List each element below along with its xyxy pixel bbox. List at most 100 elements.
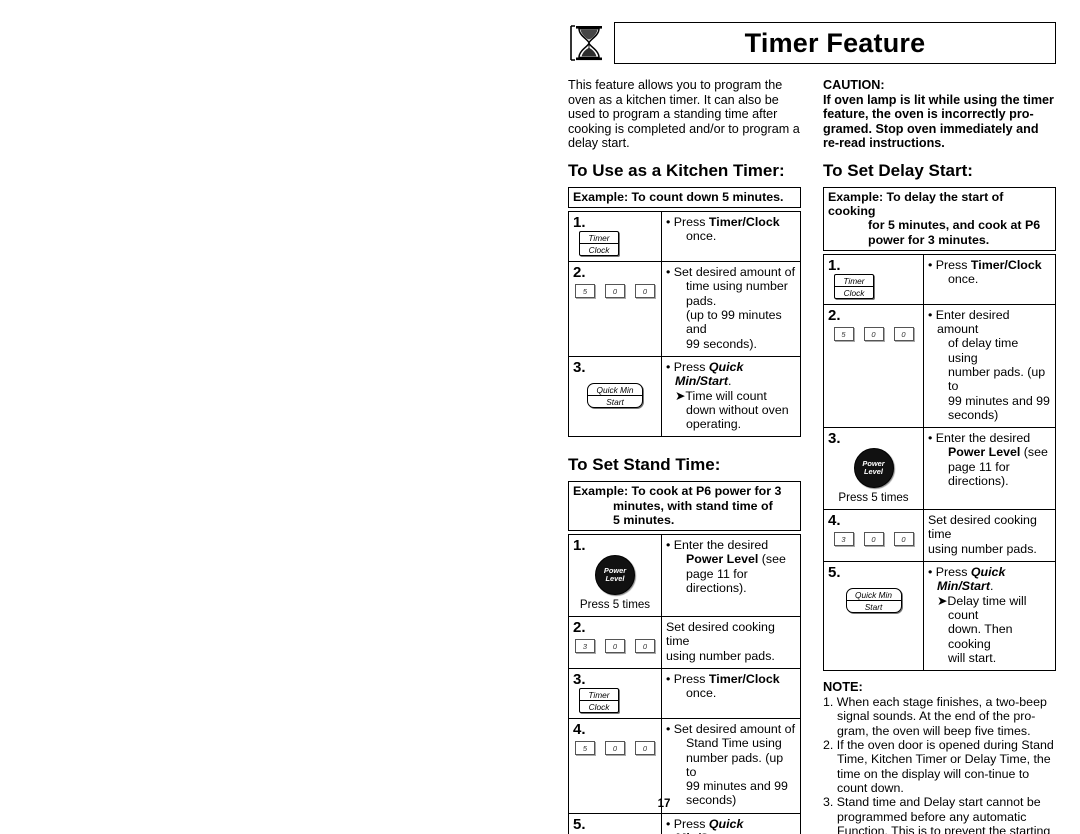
step-instruction-cell: • Enter the desired Power Level (see pag…	[923, 427, 1056, 511]
manual-page: Timer Feature This feature allows you to…	[0, 0, 1080, 834]
power-level-button[interactable]: Power Level	[853, 448, 894, 489]
number-pads: 5 0 0	[573, 738, 657, 757]
number-pad-key[interactable]: 0	[635, 740, 655, 755]
instruction-line: number pads. (up to	[686, 750, 784, 779]
table-row: 2. 5 0 0 • Enter desired amount of delay…	[823, 303, 1056, 429]
step-instruction-cell: • Press Timer/Clock once.	[661, 211, 801, 263]
number-pad-key[interactable]: 5	[575, 740, 595, 755]
quick-min-start-line2: Start	[864, 602, 883, 613]
step-number: 5.	[573, 815, 586, 833]
step-instruction-cell: • Press Quick Min/Start. ➤Time will coun…	[661, 355, 801, 438]
instruction-line: • Press Timer/Clock	[666, 671, 780, 686]
step-number: 1.	[573, 214, 586, 232]
number-pad-key[interactable]: 0	[635, 284, 655, 299]
instruction-line: number pads. (up to	[948, 364, 1046, 394]
instruction-line: • Press Timer/Clock	[928, 257, 1042, 272]
instruction-line: once.	[686, 229, 717, 244]
example-line: power for 3 minutes.	[868, 232, 990, 247]
hourglass-icon	[568, 22, 610, 64]
table-row: 2. 5 0 0 • Set desired amount of time us…	[568, 261, 801, 357]
table-row: 1. Timer Clock • Press Timer/Clock once.	[568, 211, 801, 263]
table-row: 1. Power Level Press 5 times • Enter the…	[568, 534, 801, 618]
intro-paragraph: This feature allows you to program the o…	[568, 78, 800, 151]
step-key-cell: 3. Power Level Press 5 times	[823, 427, 924, 511]
table-row: 1. Timer Clock • Press Timer/Clock once.	[823, 253, 1056, 305]
table-row: 3. Power Level Press 5 times • Enter the…	[823, 427, 1056, 511]
step-number: 5.	[828, 564, 841, 582]
table-row: 5. Quick Min Start • Press Quick Min/Sta…	[568, 812, 801, 834]
caution-text: If oven lamp is lit while using the time…	[823, 92, 1054, 151]
caution-label: CAUTION:	[823, 78, 885, 92]
timer-clock-button[interactable]: Timer Clock	[579, 687, 619, 713]
step-key-cell: 3. Quick Min Start	[568, 355, 662, 438]
key-holder: Timer Clock	[573, 231, 657, 257]
instruction-line: of delay time using	[948, 336, 1019, 365]
timer-clock-button[interactable]: Timer Clock	[834, 273, 874, 299]
instruction-line: using number pads.	[928, 541, 1037, 556]
number-pad-key[interactable]: 5	[833, 326, 854, 341]
step-number: 2.	[573, 619, 586, 637]
instruction-line: • Set desired amount of	[666, 265, 796, 280]
step-instruction-cell: • Press Quick Min/Start. ➤Delay time wil…	[923, 561, 1056, 672]
number-pad-key[interactable]: 0	[605, 284, 625, 299]
instruction-line: down without oven	[686, 402, 789, 417]
table-row: 5. Quick Min Start • Press Quick Min/Sta…	[823, 561, 1056, 672]
step-number: 4.	[573, 720, 586, 738]
quick-min-start-button[interactable]: Quick Min Start	[587, 382, 643, 408]
steps-table-kitchen-timer: 1. Timer Clock • Press Timer/Clock once.	[568, 211, 801, 438]
number-pad-key[interactable]: 0	[893, 532, 914, 547]
number-pad-key[interactable]: 0	[863, 326, 884, 341]
table-row: 3. Quick Min Start • Press Quick Min/Sta…	[568, 355, 801, 438]
step-instruction-cell: Set desired cooking time using number pa…	[923, 509, 1056, 563]
instruction-line: • Enter the desired	[928, 431, 1031, 446]
list-item: 2. If the oven door is opened during Sta…	[823, 738, 1054, 795]
number-pad-key[interactable]: 0	[635, 639, 655, 654]
instruction-line: time using number	[686, 279, 788, 294]
step-key-cell: 1. Power Level Press 5 times	[568, 534, 662, 618]
example-delay-start: Example: To delay the start of cooking f…	[823, 186, 1056, 251]
number-pad-key[interactable]: 0	[605, 639, 625, 654]
power-level-button[interactable]: Power Level	[595, 555, 635, 596]
table-row: 4. 3 0 0 Set desired cooking time using …	[823, 509, 1056, 563]
step-number: 2.	[573, 264, 586, 282]
instruction-line: (up to 99 minutes and	[686, 308, 782, 337]
instruction-line: 99 seconds).	[686, 336, 757, 351]
key-holder: Power Level Press 5 times	[828, 447, 919, 504]
step-number: 3.	[573, 670, 586, 688]
key-holder: Power Level Press 5 times	[573, 554, 657, 611]
number-pad-key[interactable]: 0	[863, 532, 884, 547]
number-pad-key[interactable]: 3	[575, 639, 595, 654]
instruction-line: Power Level (see	[686, 552, 786, 567]
number-pad-key[interactable]: 0	[893, 326, 914, 341]
number-pad-key[interactable]: 3	[833, 532, 854, 547]
key-holder: Quick Min Start	[828, 581, 919, 614]
timer-clock-button-line2: Clock	[588, 245, 610, 256]
step-instruction-cell: Set desired cooking time using number pa…	[661, 616, 801, 669]
table-row: 3. Timer Clock • Press Timer/Clock once.	[568, 667, 801, 719]
timer-clock-button-line1: Timer	[835, 275, 873, 287]
step-number: 3.	[828, 430, 841, 448]
page-number: 17	[657, 798, 671, 810]
number-pad-key[interactable]: 0	[605, 740, 625, 755]
table-row: 2. 3 0 0 Set desired cooking time using …	[568, 616, 801, 669]
number-pad-key[interactable]: 5	[575, 284, 595, 299]
step-key-cell: 5. Quick Min Start	[823, 561, 924, 672]
example-line: Example: To delay the start of cooking	[828, 189, 1004, 219]
step-key-cell: 1. Timer Clock	[823, 253, 924, 305]
instruction-line: • Set desired amount of	[666, 721, 796, 736]
quick-min-start-button[interactable]: Quick Min Start	[845, 588, 902, 614]
instruction-line: seconds)	[948, 407, 999, 422]
instruction-line: ➤Delay time will count	[937, 593, 1027, 622]
instruction-line: • Press Timer/Clock	[666, 215, 780, 230]
step-key-cell: 2. 3 0 0	[568, 616, 662, 669]
timer-clock-button[interactable]: Timer Clock	[579, 231, 619, 257]
step-key-cell: 4. 3 0 0	[823, 509, 924, 563]
left-column: This feature allows you to program the o…	[568, 78, 801, 834]
instruction-line: • Enter desired amount	[928, 307, 1010, 337]
quick-min-start-line1: Quick Min	[846, 589, 901, 602]
instruction-line: page 11 for directions).	[948, 459, 1010, 489]
page-title-box: Timer Feature	[614, 22, 1056, 64]
step-instruction-cell: • Enter the desired Power Level (see pag…	[661, 534, 801, 618]
timer-clock-button-line1: Timer	[580, 232, 618, 245]
instruction-line: once.	[686, 686, 717, 701]
